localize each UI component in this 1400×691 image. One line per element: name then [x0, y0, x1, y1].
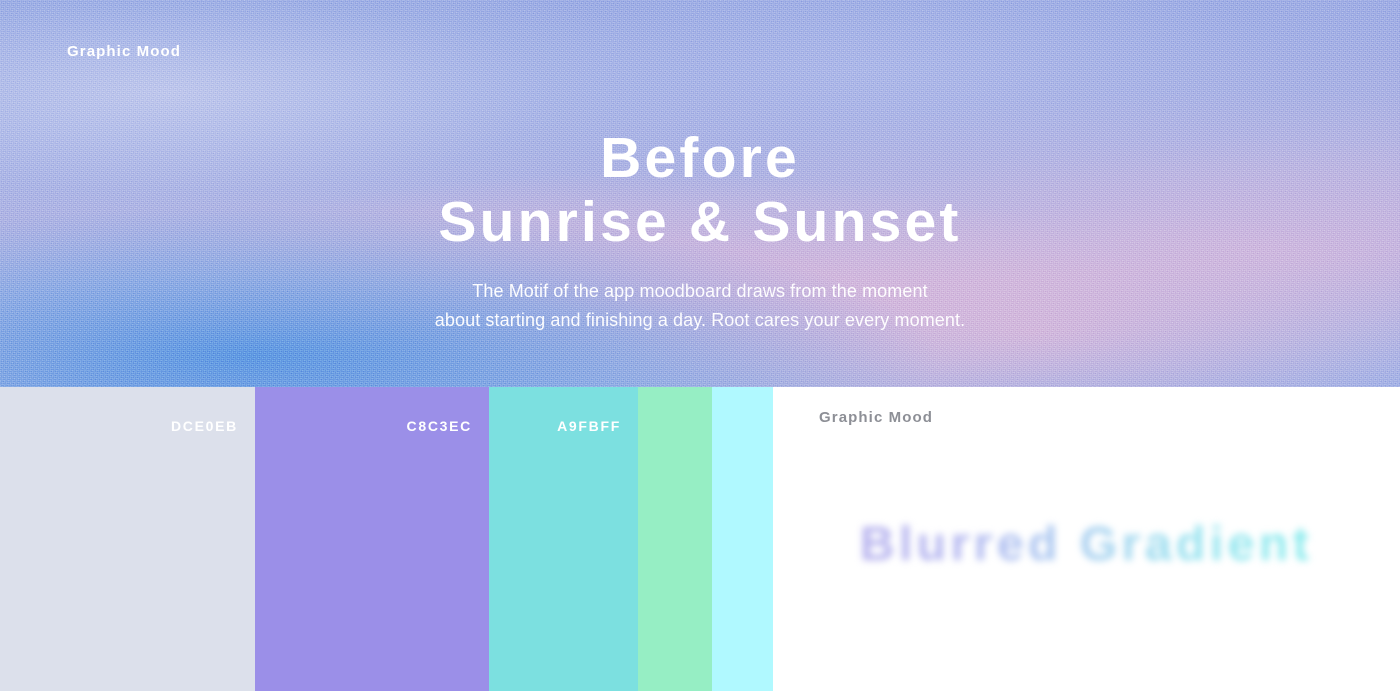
- color-swatch-mint[interactable]: [638, 387, 712, 691]
- blurred-gradient-panel: Graphic Mood Blurred Gradient: [773, 387, 1400, 691]
- blurred-gradient-text: Blurred Gradient: [860, 515, 1313, 575]
- color-swatch-gray-blue[interactable]: DCE0EB: [0, 387, 255, 691]
- color-swatch-label: DCE0EB: [171, 418, 238, 434]
- hero-section: Graphic Mood Before Sunrise & Sunset The…: [0, 0, 1400, 387]
- color-swatch-label: C8C3EC: [406, 418, 472, 434]
- color-swatch-periwinkle[interactable]: C8C3EC: [255, 387, 489, 691]
- color-swatch-ice-cyan[interactable]: [712, 387, 773, 691]
- hero-title-line-1: Before: [600, 126, 800, 190]
- blurred-text-wrapper: Blurred Gradient: [773, 515, 1400, 575]
- color-palette-strip: DCE0EB C8C3EC A9FBFF: [0, 387, 773, 691]
- hero-title-line-2: Sunrise & Sunset: [438, 190, 962, 254]
- hero-title: Before Sunrise & Sunset: [0, 126, 1400, 254]
- moodboard-page: Graphic Mood Before Sunrise & Sunset The…: [0, 0, 1400, 691]
- hero-content: Before Sunrise & Sunset The Motif of the…: [0, 0, 1400, 335]
- color-swatch-turquoise[interactable]: A9FBFF: [489, 387, 638, 691]
- hero-subtitle-line-2: about starting and finishing a day. Root…: [434, 310, 966, 330]
- hero-subtitle-line-1: The Motif of the app moodboard draws fro…: [472, 281, 928, 301]
- color-swatch-label: A9FBFF: [557, 418, 621, 434]
- hero-subtitle: The Motif of the app moodboard draws fro…: [0, 277, 1400, 335]
- panel-brand-label: Graphic Mood: [819, 409, 934, 426]
